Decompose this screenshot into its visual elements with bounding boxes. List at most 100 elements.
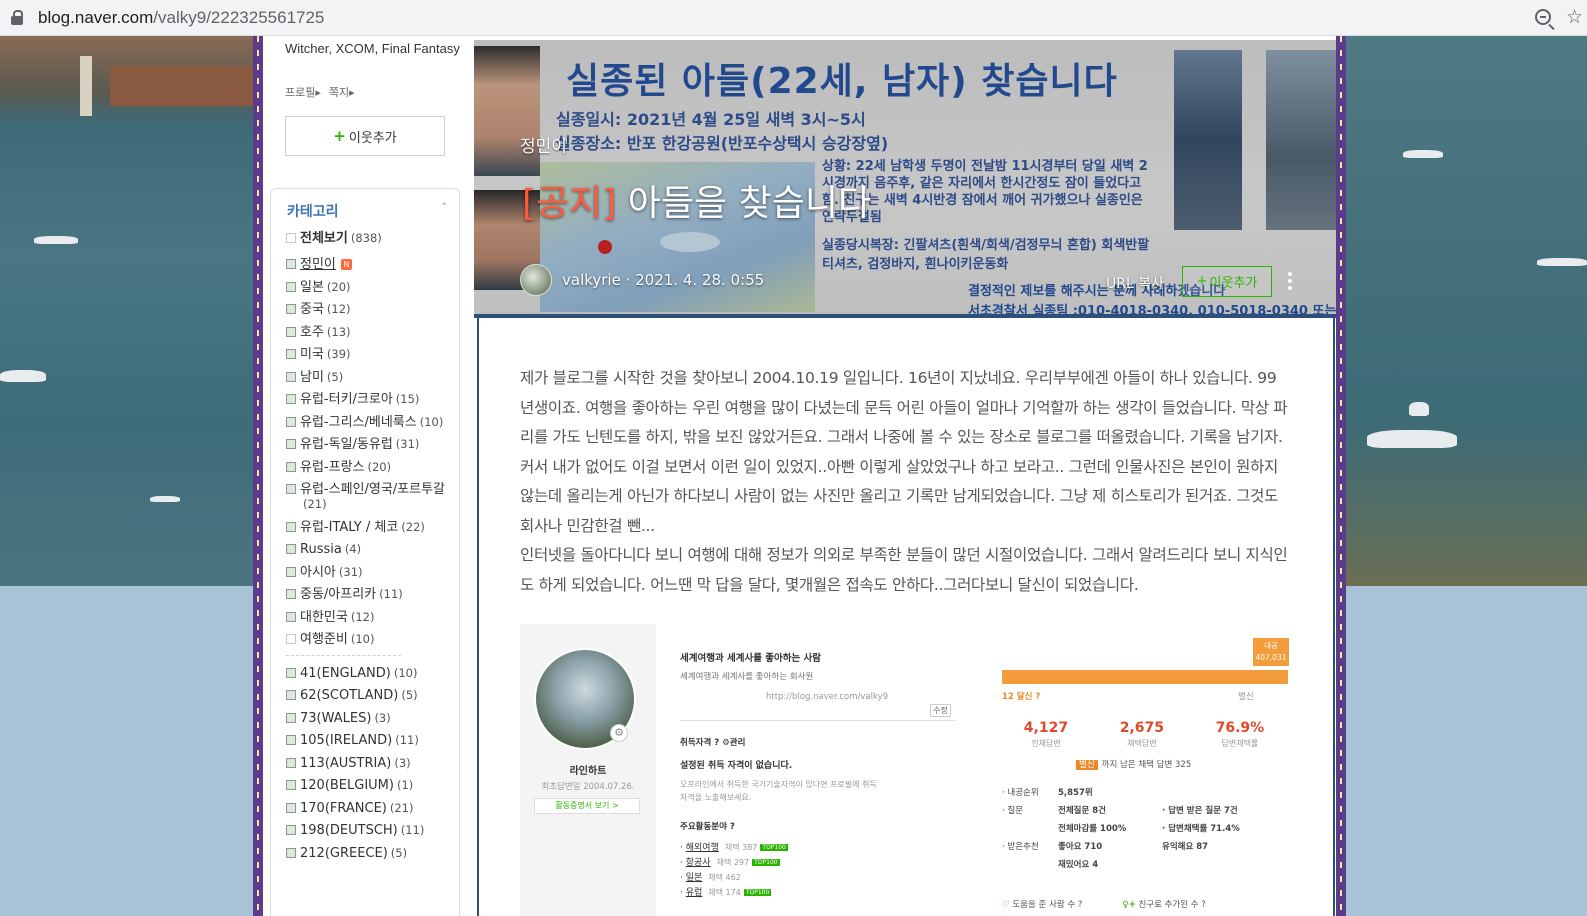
post-add-neighbor-button[interactable]: + 이웃추가 — [1182, 266, 1272, 297]
category-name: 대한민국 — [300, 609, 348, 625]
kin-detail-row: · 받은추천 좋아요 710 유익해요 87 — [1002, 838, 1290, 856]
category-label: 미국 (39) — [300, 347, 351, 362]
post-category[interactable]: 정민이 — [520, 132, 567, 157]
category-count: (5) — [390, 845, 408, 860]
category-icon — [286, 757, 296, 768]
category-name: 62(SCOTLAND) — [300, 688, 399, 703]
category-item[interactable]: 미국 (39) — [286, 347, 456, 362]
kin-remaining-tag: 별신 — [1076, 760, 1098, 770]
category-item[interactable]: 유럽-프랑스 (20) — [286, 460, 456, 475]
kin-detail-key — [1002, 820, 1058, 838]
kin-stat-label: 전체답변 — [1031, 739, 1061, 748]
url-host: blog.naver.com — [38, 7, 154, 27]
kin-next-rank: 별신 — [1238, 692, 1254, 702]
more-options-icon[interactable] — [1286, 272, 1294, 292]
kin-stat-value: 4,127 — [1023, 720, 1069, 736]
category-item[interactable]: 유럽-독일/동유럽 (31) — [286, 437, 456, 452]
category-label: 120(BELGIUM) (1) — [300, 778, 413, 793]
post-byline[interactable]: valkyrie · 2021. 4. 28. 0:55 — [562, 271, 764, 289]
kin-detail-key — [1002, 856, 1058, 874]
kin-progress-bar — [1002, 670, 1288, 684]
add-neighbor-label: 이웃추가 — [348, 130, 397, 146]
category-count: (3) — [374, 710, 391, 725]
category-item[interactable]: 중국 (12) — [286, 302, 456, 317]
new-badge: N — [340, 259, 352, 270]
kin-detail-value-2: 유익해요 87 — [1162, 842, 1209, 852]
category-item[interactable]: 대한민국 (12) — [286, 610, 456, 625]
blog-frame-left — [253, 36, 263, 916]
category-item[interactable]: 아시아 (31) — [286, 565, 456, 580]
category-item[interactable]: 유럽-ITALY / 체코 (22) — [286, 520, 456, 535]
kin-footer: ♡ 도움을 준 사람 수 ? ♀+ 친구로 추가된 수 ? — [1002, 898, 1206, 910]
chevron-up-icon[interactable]: ˄ — [442, 201, 448, 214]
category-all[interactable]: 전체보기 (838) — [286, 231, 456, 246]
category-item[interactable]: 여행준비 (10) — [286, 632, 456, 647]
category-icon — [286, 461, 296, 472]
kin-detail-row: 전체마감률 100% · 답변채택률 71.4% — [1002, 820, 1290, 838]
add-neighbor-button[interactable]: + 이웃추가 — [285, 116, 445, 156]
post-title: [공지] 아들을 찾습니다 — [522, 174, 871, 226]
category-count: (31) — [338, 564, 363, 579]
kin-first-answer-date: 최초답변일 2004.07.26. — [541, 782, 635, 792]
category-item[interactable]: 41(ENGLAND) (10) — [286, 666, 456, 681]
category-item[interactable]: 120(BELGIUM) (1) — [286, 778, 456, 793]
category-icon — [286, 349, 296, 359]
category-item[interactable]: 73(WALES) (3) — [286, 711, 456, 726]
category-icon — [286, 802, 296, 813]
kin-area-item: · 해외여행 채택 387 TOP100 — [680, 843, 788, 853]
profile-link[interactable]: 프로필▸ — [285, 84, 321, 100]
category-item[interactable]: 중동/아프리카 (11) — [286, 587, 456, 602]
category-item[interactable]: 유럽-스페인/영국/포르투갈(21) — [286, 482, 456, 512]
category-item[interactable]: 113(AUSTRIA) (3) — [286, 756, 456, 771]
category-title[interactable]: 카테고리 — [287, 201, 339, 221]
category-label: 유럽-프랑스 (20) — [300, 460, 391, 475]
category-list: 전체보기 (838) 정민이 N 일본 (20) 중국 (12) 호주 (13) 미국 (39) 남미… — [286, 231, 456, 868]
message-link[interactable]: 쪽지▸ — [329, 84, 355, 100]
category-item[interactable]: 212(GREECE) (5) — [286, 846, 456, 861]
kin-stats: 4,127 전체답변 2,675 채택답변 76.9% 답변채택률 — [998, 720, 1290, 749]
kin-subtitle: 세계여행과 세계사를 좋아하는 회사원 — [680, 672, 814, 682]
category-item[interactable]: 남미 (5) — [286, 370, 456, 385]
category-label: 중국 (12) — [300, 302, 351, 317]
category-icon — [286, 304, 296, 314]
author-avatar[interactable] — [520, 264, 552, 296]
address-url[interactable]: blog.naver.com/valky9/222325561725 — [38, 8, 324, 28]
category-item[interactable]: 170(FRANCE) (21) — [286, 801, 456, 816]
category-count: (21) — [303, 497, 327, 511]
category-item[interactable]: 유럽-터키/크로아 (15) — [286, 392, 456, 407]
category-item[interactable]: 호주 (13) — [286, 325, 456, 340]
category-icon — [286, 281, 296, 292]
zoom-icon[interactable] — [1535, 9, 1551, 25]
category-name: 41(ENGLAND) — [300, 665, 391, 681]
category-item[interactable]: 일본 (20) — [286, 280, 456, 295]
url-copy-button[interactable]: URL 복사 — [1106, 273, 1164, 293]
helped-icon: ♡ — [1002, 900, 1010, 910]
category-icon — [286, 712, 296, 723]
lock-icon[interactable] — [10, 9, 24, 26]
kin-detail-value: 전체질문 8건 — [1058, 806, 1106, 816]
category-icon — [286, 780, 296, 790]
category-item[interactable]: 정민이 N — [286, 257, 456, 272]
category-name: 120(BELGIUM) — [300, 778, 394, 793]
plus-icon: + — [1196, 274, 1208, 289]
kin-qualification-none: 설정된 취득 자격이 없습니다. — [680, 761, 793, 771]
category-item[interactable]: 105(IRELAND) (11) — [286, 733, 456, 748]
category-item[interactable]: 62(SCOTLAND) (5) — [286, 688, 456, 703]
category-label: 유럽-스페인/영국/포르투갈(21) — [300, 482, 456, 512]
blog-sidebar: Witcher, XCOM, Final Fantasy 프로필▸ 쪽지▸ + … — [263, 36, 474, 916]
category-label: 여행준비 (10) — [300, 632, 374, 647]
category-item[interactable]: 유럽-그리스/베네룩스 (10) — [286, 415, 456, 430]
category-label: 170(FRANCE) (21) — [300, 801, 413, 816]
category-count: (11) — [400, 823, 425, 837]
category-icon — [286, 566, 296, 577]
category-item[interactable]: Russia (4) — [286, 542, 456, 557]
kin-area-name: 유럽 — [685, 888, 703, 898]
kin-friends: 친구로 추가된 수 ? — [1138, 900, 1206, 910]
top100-badge: TOP100 — [760, 844, 788, 851]
category-name: 아시아 — [300, 564, 336, 580]
category-name: 유럽-스페인/영국/포르투갈 — [300, 482, 446, 497]
divider — [680, 720, 955, 721]
bookmark-star-icon[interactable]: ☆ — [1566, 6, 1583, 28]
kin-detail-row: 재밌어요 4 — [1002, 856, 1290, 874]
category-item[interactable]: 198(DEUTSCH) (11) — [286, 823, 456, 838]
